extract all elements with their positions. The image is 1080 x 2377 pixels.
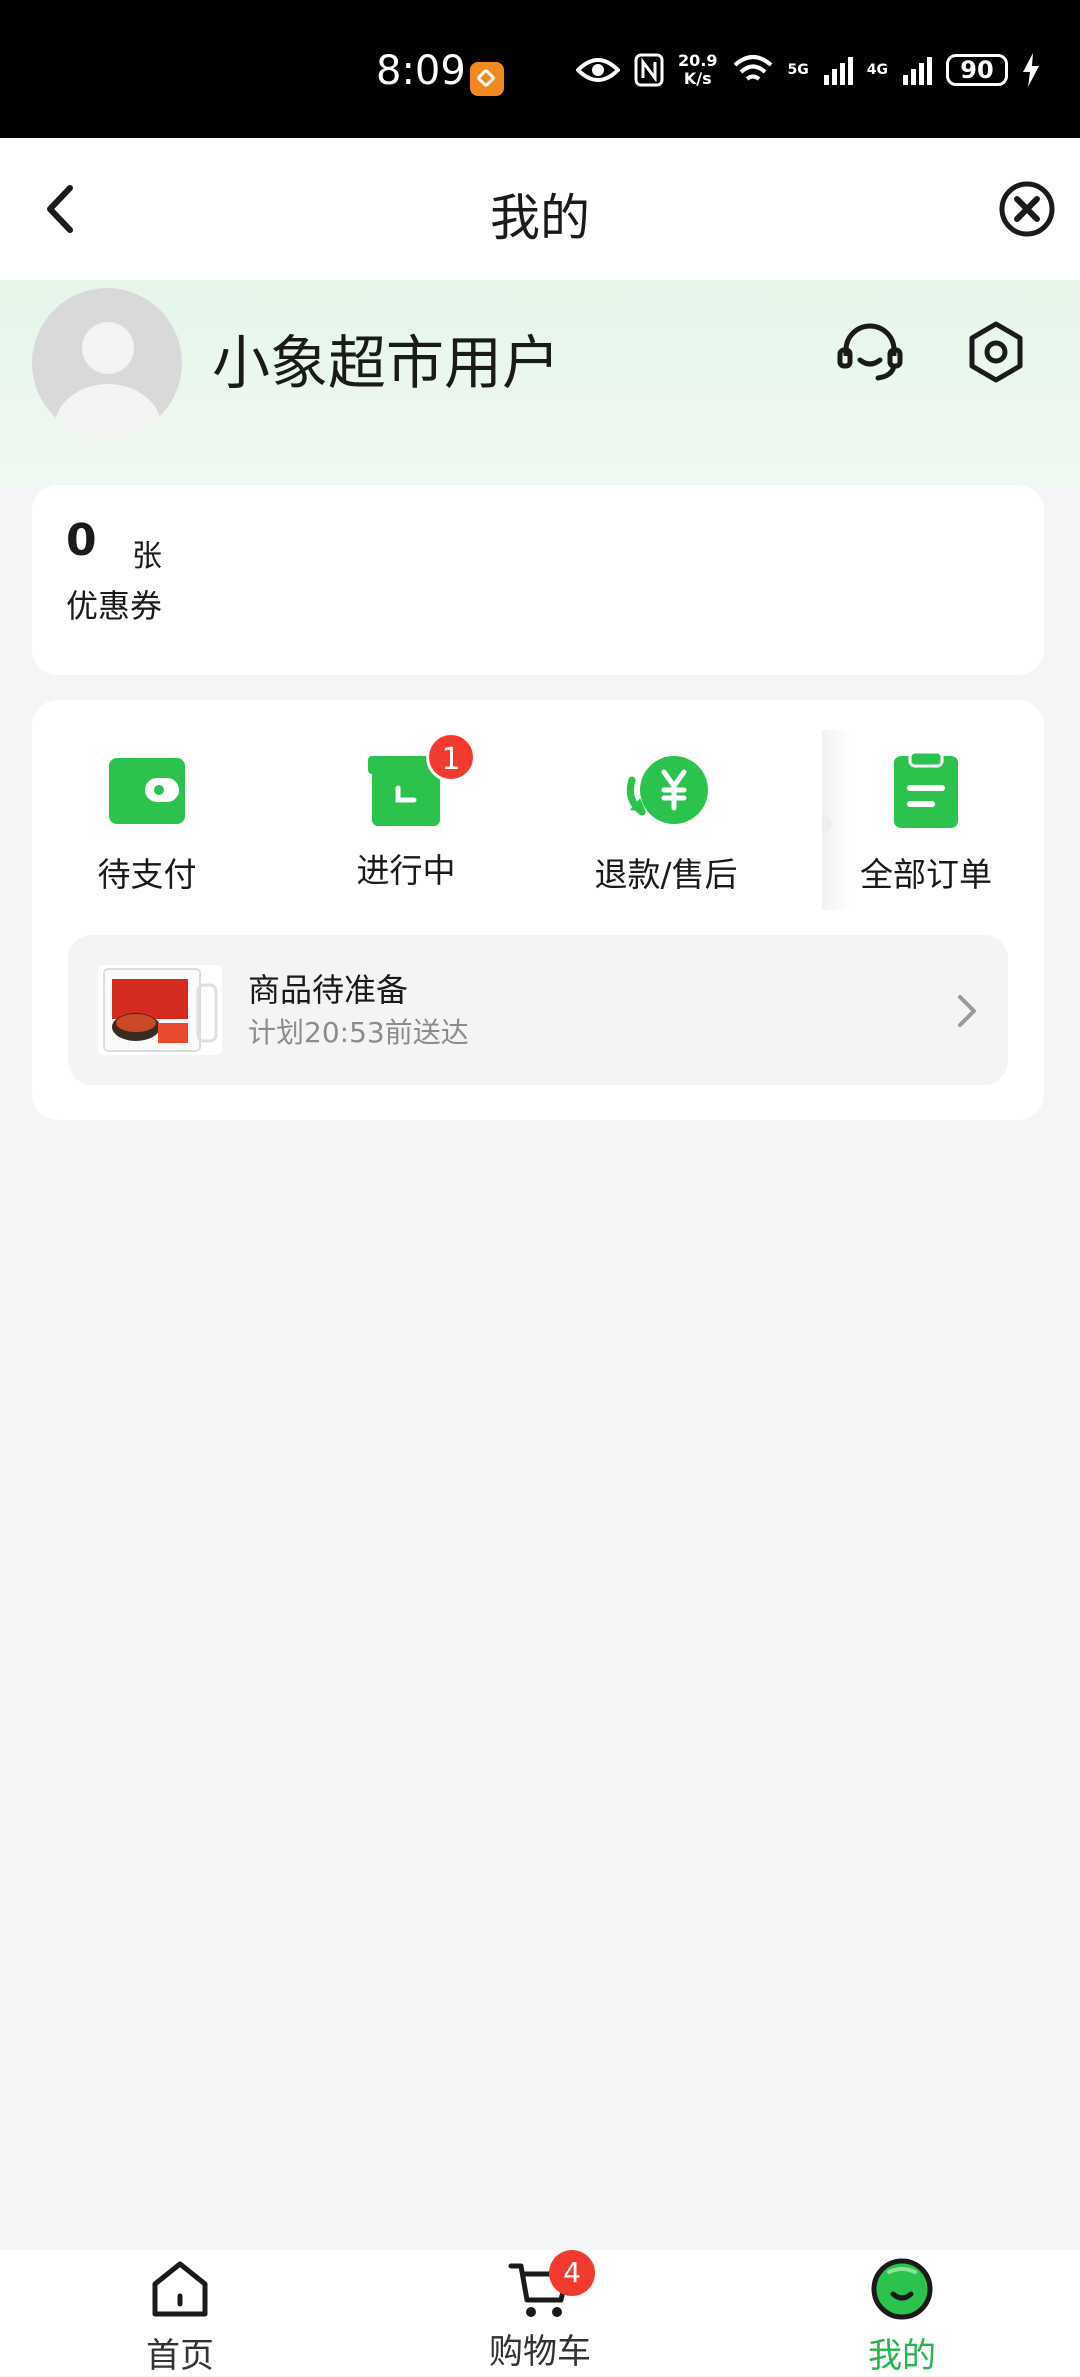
nav-cart[interactable]: 4 购物车	[460, 2250, 620, 2373]
coupon-count: 0	[66, 515, 97, 566]
signal-4g-label: 4G	[866, 62, 888, 78]
nav-label: 我的	[868, 2336, 936, 2376]
wallet-icon	[109, 758, 185, 824]
order-label: 进行中	[356, 851, 456, 890]
nav-label: 购物车	[489, 2332, 591, 2372]
signal-icon	[823, 57, 853, 85]
status-time: 8:09	[376, 48, 466, 94]
mine-icon	[871, 2258, 933, 2320]
close-icon[interactable]	[994, 176, 1060, 242]
signal-5g-label: 5G	[787, 62, 809, 78]
order-progress-row[interactable]: 商品待准备 计划20:53前送达	[68, 935, 1008, 1085]
bottom-nav: 首页 4 购物车 我的	[0, 2250, 1080, 2376]
profile-header: 小象超市用户	[0, 280, 1080, 485]
coupon-card[interactable]: 0 张 优惠券	[32, 485, 1044, 675]
coupon-unit: 张	[132, 539, 162, 574]
clipboard-icon	[894, 750, 958, 828]
net-speed-unit: K/s	[683, 69, 712, 88]
nav-label: 首页	[146, 2336, 214, 2376]
battery-indicator: 90	[946, 54, 1008, 86]
title-bar: 我的	[0, 138, 1080, 280]
progress-subtitle: 计划20:53前送达	[248, 1016, 469, 1049]
nav-mine[interactable]: 我的	[822, 2256, 982, 2377]
cart-icon-wrap: 4	[507, 2250, 595, 2322]
order-refund[interactable]: 退款/售后	[566, 750, 766, 900]
order-badge: 1	[426, 732, 476, 782]
wifi-icon	[733, 55, 772, 81]
product-thumbnail	[98, 965, 222, 1055]
status-icons: 20.9 K/s 5G 4G 90	[576, 52, 1040, 88]
eye-icon	[576, 58, 621, 82]
refund-icon	[626, 756, 708, 824]
app-notification-icon	[470, 62, 504, 96]
order-pending-payment[interactable]: 待支付	[47, 750, 247, 900]
progress-title: 商品待准备	[248, 971, 409, 1009]
order-label: 退款/售后	[594, 855, 738, 894]
avatar[interactable]	[32, 288, 182, 438]
net-speed: 20.9 K/s	[678, 52, 717, 88]
coupon-label: 优惠券	[66, 587, 163, 625]
order-all[interactable]: 全部订单	[826, 750, 1026, 900]
status-bar: 8:09 20.9 K/s 5G 4G 90	[0, 0, 1080, 138]
order-label: 待支付	[97, 855, 197, 894]
customer-service-icon[interactable]	[834, 316, 906, 388]
nfc-icon	[634, 53, 664, 87]
username[interactable]: 小象超市用户	[212, 316, 560, 400]
cart-badge: 4	[549, 2250, 595, 2296]
nav-home[interactable]: 首页	[100, 2256, 260, 2377]
net-speed-value: 20.9	[678, 51, 718, 70]
settings-icon[interactable]	[960, 316, 1032, 388]
order-label: 全部订单	[860, 855, 992, 894]
chevron-right-icon	[958, 995, 976, 1027]
product-image	[103, 968, 218, 1052]
home-icon	[152, 2261, 208, 2317]
charging-icon	[1023, 53, 1039, 87]
signal-icon	[903, 57, 932, 85]
order-in-progress[interactable]: 1 进行中	[306, 732, 506, 900]
box-icon-wrap: 1	[364, 732, 476, 830]
orders-card: 待支付 1 进行中 退款/售后 全部订单 商品待准备 计划20:53前送达	[32, 700, 1044, 1120]
page-title: 我的	[490, 189, 590, 247]
